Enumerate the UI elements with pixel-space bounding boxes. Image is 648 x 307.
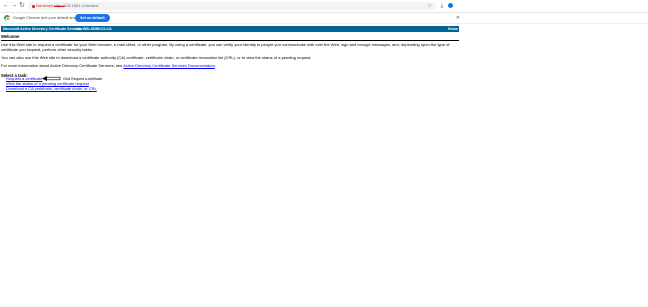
address-bar[interactable]: Not secure https://192.168.1.12/certsrv/… [28,2,436,10]
ca-name: -- lab-WIN-9DBKC0-CA [73,27,112,31]
infobar-message: Google Chrome isn't your default browser [13,16,83,20]
product-name: Microsoft Active Directory Certificate S… [3,27,82,31]
download-paragraph: You can also use this Web site to downlo… [1,55,312,60]
documentation-link[interactable]: Active Directory Certificate Services Do… [123,63,215,68]
browser-toolbar: ← → ↻ Not secure https://192.168.1.12/ce… [0,0,648,13]
download-ca-certificate-link[interactable]: Download a CA certificate, certificate c… [6,86,97,91]
chrome-logo-icon [4,15,11,22]
warning-icon [32,4,35,8]
annotation-label: Click Request a certificate [63,77,103,81]
profile-avatar[interactable] [446,2,454,10]
task-item: Download a CA certificate, certificate c… [6,86,97,92]
annotation-arrow-icon [42,76,61,81]
infobar-close-icon[interactable]: ✕ [456,13,460,23]
set-as-default-button[interactable]: Set as default [75,14,110,22]
divider [1,40,459,41]
page-title: Welcome [1,34,20,39]
not-secure-badge[interactable]: Not secure [32,2,53,10]
back-icon[interactable]: ← [2,2,10,10]
bookmark-star-icon[interactable]: ☆ [428,2,432,10]
forward-icon[interactable]: → [10,2,18,10]
reload-icon[interactable]: ↻ [18,2,26,10]
download-icon[interactable]: ⤓ [438,2,446,10]
intro-paragraph: Use this Web site to request a certifica… [1,42,450,52]
url-text[interactable]: https://192.168.1.12/certsrv/ [54,2,99,10]
home-link[interactable]: Home [448,26,458,32]
info-paragraph: For more information about Active Direct… [1,63,216,68]
default-browser-infobar: Google Chrome isn't your default browser… [0,13,648,24]
page-header-bar: Microsoft Active Directory Certificate S… [1,26,459,32]
